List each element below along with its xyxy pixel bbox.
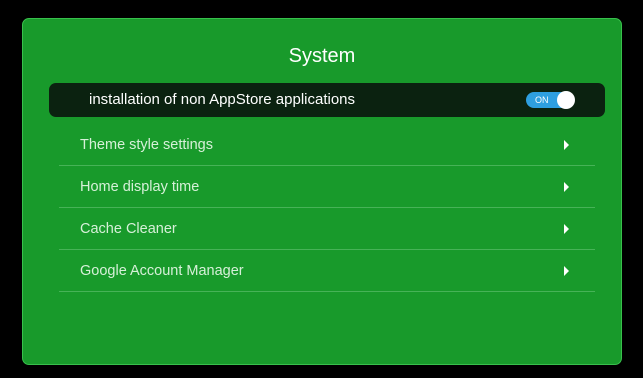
menu-item-label: Home display time (80, 179, 200, 195)
toggle-knob (557, 91, 575, 109)
menu-item-label: Cache Cleaner (80, 221, 177, 237)
setting-label: installation of non AppStore application… (89, 91, 356, 108)
menu-item-cache-cleaner[interactable]: Cache Cleaner (59, 208, 595, 250)
chevron-right-icon (564, 224, 569, 234)
chevron-right-icon (564, 266, 569, 276)
page-title: System (288, 45, 356, 67)
toggle-state-label: ON (535, 95, 549, 105)
menu-item-label: Theme style settings (80, 137, 213, 153)
chevron-right-icon (564, 182, 569, 192)
menu-item-google-account-manager[interactable]: Google Account Manager (59, 250, 595, 292)
on-off-toggle[interactable]: ON (526, 91, 575, 109)
menu-item-label: Google Account Manager (80, 263, 244, 279)
chevron-right-icon (564, 140, 569, 150)
menu-item-theme-style-settings[interactable]: Theme style settings (59, 124, 595, 166)
system-settings-panel: System installation of non AppStore appl… (22, 18, 622, 365)
setting-row-non-appstore-install[interactable]: installation of non AppStore application… (49, 83, 605, 117)
menu-item-home-display-time[interactable]: Home display time (59, 166, 595, 208)
